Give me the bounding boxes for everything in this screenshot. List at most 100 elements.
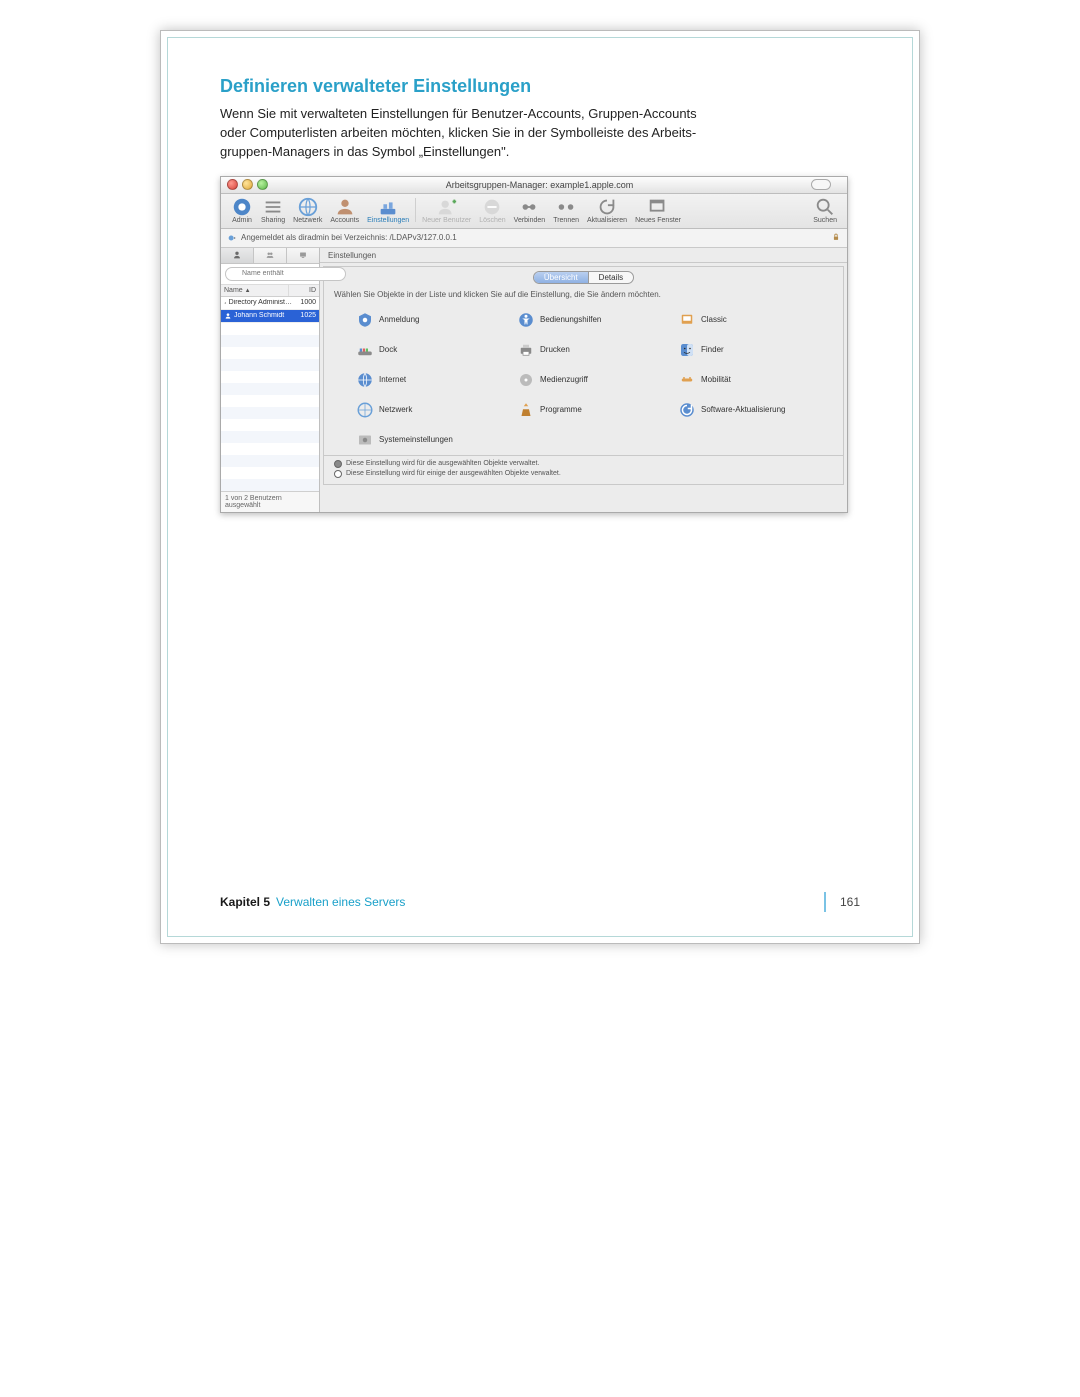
connect-icon: [518, 198, 540, 216]
toolbar-label: Admin: [232, 217, 252, 224]
toolbar-toggle-icon[interactable]: [811, 179, 831, 190]
pref-classic[interactable]: Classic: [678, 311, 833, 329]
pref-label: Classic: [701, 315, 727, 324]
close-icon[interactable]: [227, 179, 238, 190]
pref-printing[interactable]: Drucken: [517, 341, 672, 359]
toolbar-label: Aktualisieren: [587, 217, 627, 224]
pref-accessibility[interactable]: Bedienungshilfen: [517, 311, 672, 329]
pref-label: Netzwerk: [379, 405, 412, 414]
toolbar-new-window[interactable]: Neues Fenster: [631, 196, 685, 226]
preferences-icon: [377, 198, 399, 216]
pref-finder[interactable]: Finder: [678, 341, 833, 359]
main-panel-group: Übersicht Details Wählen Sie Objekte in …: [323, 266, 844, 485]
pref-dock[interactable]: Dock: [356, 341, 511, 359]
pref-internet[interactable]: Internet: [356, 371, 511, 389]
toolbar-label: Trennen: [553, 217, 579, 224]
toolbar-admin[interactable]: Admin: [227, 196, 257, 226]
lock-icon[interactable]: [831, 232, 841, 244]
login-icon: [356, 311, 374, 329]
pref-label: Mobilität: [701, 375, 731, 384]
chapter-label: Kapitel 5: [220, 895, 270, 909]
list-item-id: 1025: [292, 312, 316, 320]
auth-status-bar: Angemeldet als diradmin bei Verzeichnis:…: [221, 229, 847, 248]
toolbar-delete: Löschen: [475, 196, 509, 226]
pref-applications[interactable]: Programme: [517, 401, 672, 419]
column-header-id[interactable]: ID: [288, 285, 319, 296]
sidebar-tab-computers[interactable]: [287, 248, 319, 263]
sidebar-tab-users[interactable]: [221, 248, 254, 263]
body-line: oder Computerlisten arbeiten möchten, kl…: [220, 125, 696, 140]
window-titlebar[interactable]: Arbeitsgruppen-Manager: example1.apple.c…: [221, 177, 847, 194]
toolbar-label: Suchen: [813, 217, 837, 224]
list-item-name: Johann Schmidt: [234, 312, 284, 319]
sidebar: Name ▲ ID Directory Administ… 1000: [221, 248, 320, 512]
window-body: Name ▲ ID Directory Administ… 1000: [221, 248, 847, 512]
pref-label: Programme: [540, 405, 582, 414]
toolbar-disconnect[interactable]: Trennen: [549, 196, 583, 226]
body-line: Wenn Sie mit verwalteten Einstellungen f…: [220, 106, 697, 121]
sidebar-empty-rows: [221, 323, 319, 491]
sidebar-search: [221, 264, 319, 285]
pref-label: Bedienungshilfen: [540, 315, 601, 324]
pref-label: Anmeldung: [379, 315, 419, 324]
list-item[interactable]: Directory Administ… 1000: [221, 297, 319, 310]
body-paragraph: Wenn Sie mit verwalteten Einstellungen f…: [220, 105, 860, 162]
dock-icon: [356, 341, 374, 359]
toolbar-label: Netzwerk: [293, 217, 322, 224]
accessibility-icon: [517, 311, 535, 329]
column-header-name[interactable]: Name ▲: [221, 285, 288, 296]
minimize-icon[interactable]: [242, 179, 253, 190]
toolbar-label: Verbinden: [514, 217, 546, 224]
sidebar-list-header: Name ▲ ID: [221, 285, 319, 297]
toolbar-accounts[interactable]: Accounts: [326, 196, 363, 226]
internet-icon: [356, 371, 374, 389]
sort-triangle-icon: ▲: [245, 288, 251, 294]
toolbar-netzwerk[interactable]: Netzwerk: [289, 196, 326, 226]
toolbar-connect[interactable]: Verbinden: [510, 196, 550, 226]
new-window-icon: [647, 198, 669, 216]
pref-label: Internet: [379, 375, 406, 384]
legend-dot-partial-icon: [334, 470, 342, 478]
body-line: gruppen-Managers in das Symbol „Einstell…: [220, 144, 509, 159]
zoom-icon[interactable]: [257, 179, 268, 190]
printer-icon: [517, 341, 535, 359]
user-icon: [224, 312, 232, 320]
pref-label: Systemeinstellungen: [379, 435, 453, 444]
sidebar-tab-groups[interactable]: [254, 248, 287, 263]
pref-system-prefs[interactable]: Systemeinstellungen: [356, 431, 511, 449]
network-icon: [297, 198, 319, 216]
pref-software-update[interactable]: Software-Aktualisierung: [678, 401, 833, 419]
sidebar-search-input[interactable]: [225, 267, 346, 281]
tab-details[interactable]: Details: [588, 272, 633, 283]
toolbar-search[interactable]: Suchen: [809, 196, 841, 226]
toolbar-refresh[interactable]: Aktualisieren: [583, 196, 631, 226]
preferences-grid: Anmeldung Bedienungshilfen: [324, 305, 843, 455]
pref-login[interactable]: Anmeldung: [356, 311, 511, 329]
search-icon: [814, 198, 836, 216]
toolbar-label: Löschen: [479, 217, 505, 224]
tab-overview[interactable]: Übersicht: [534, 272, 588, 283]
directory-popup-icon[interactable]: [227, 233, 237, 243]
sidebar-record-type-tabs: [221, 248, 319, 264]
user-icon: [224, 299, 227, 307]
pref-mobility[interactable]: Mobilität: [678, 371, 833, 389]
section-title: Definieren verwalteter Einstellungen: [220, 76, 860, 97]
classic-icon: [678, 311, 696, 329]
media-access-icon: [517, 371, 535, 389]
software-update-icon: [678, 401, 696, 419]
toolbar-einstellungen[interactable]: Einstellungen: [363, 196, 413, 226]
network-pref-icon: [356, 401, 374, 419]
legend-text: Diese Einstellung wird für die ausgewähl…: [346, 460, 539, 467]
pref-label: Finder: [701, 345, 724, 354]
sharing-icon: [262, 198, 284, 216]
pref-network[interactable]: Netzwerk: [356, 401, 511, 419]
pref-label: Software-Aktualisierung: [701, 406, 785, 414]
toolbar-label: Accounts: [330, 217, 359, 224]
refresh-icon: [596, 198, 618, 216]
list-item[interactable]: Johann Schmidt 1025: [221, 310, 319, 323]
pref-media-access[interactable]: Medienzugriff: [517, 371, 672, 389]
toolbar-sharing[interactable]: Sharing: [257, 196, 289, 226]
main-panel: Einstellungen Übersicht Details Wählen S…: [320, 248, 847, 512]
accounts-icon: [334, 198, 356, 216]
applications-icon: [517, 401, 535, 419]
